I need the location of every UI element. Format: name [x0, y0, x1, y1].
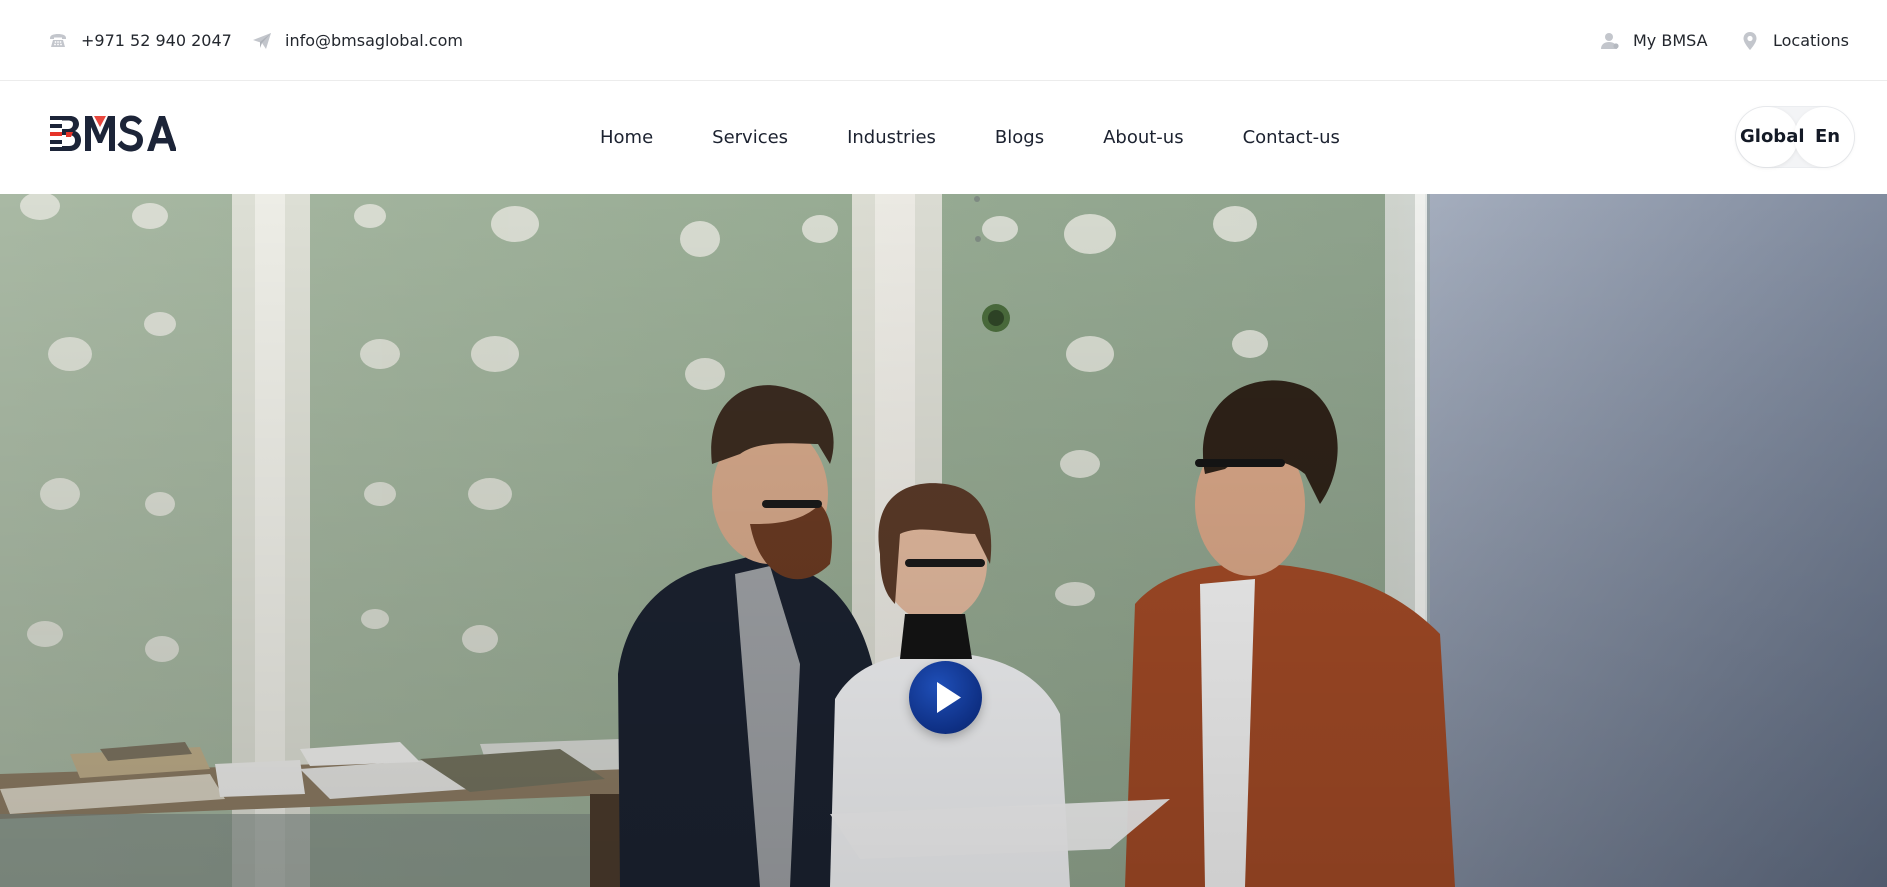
email-address: info@bmsaglobal.com — [285, 31, 463, 50]
primary-menu: Home Services Industries Blogs About-us … — [600, 81, 1340, 194]
paper-plane-icon — [253, 32, 271, 49]
user-icon — [1601, 32, 1619, 49]
language-label[interactable]: En — [1815, 106, 1840, 168]
email-link[interactable]: info@bmsaglobal.com — [252, 0, 463, 81]
top-utility-bar: +971 52 940 2047 info@bmsaglobal.com My … — [0, 0, 1887, 81]
hero-video[interactable] — [0, 194, 1887, 887]
phone-link[interactable]: +971 52 940 2047 — [48, 0, 232, 81]
locations-link[interactable]: Locations — [1740, 0, 1849, 81]
nav-blogs[interactable]: Blogs — [995, 127, 1044, 148]
play-video-button[interactable] — [909, 661, 982, 734]
my-account-label: My BMSA — [1633, 31, 1708, 50]
nav-services[interactable]: Services — [712, 127, 788, 148]
bmsa-logo[interactable] — [50, 113, 176, 153]
hero-background-image — [0, 194, 1887, 887]
nav-home[interactable]: Home — [600, 127, 653, 148]
nav-about-us[interactable]: About-us — [1103, 127, 1184, 148]
language-switcher[interactable]: Global En — [1735, 106, 1855, 168]
my-account-link[interactable]: My BMSA — [1600, 0, 1708, 81]
play-icon — [937, 682, 961, 713]
phone-icon — [50, 33, 66, 47]
nav-industries[interactable]: Industries — [847, 127, 936, 148]
locations-label: Locations — [1773, 31, 1850, 50]
region-label[interactable]: Global — [1740, 106, 1805, 168]
map-pin-icon — [1743, 31, 1757, 50]
main-navbar: Home Services Industries Blogs About-us … — [0, 81, 1887, 194]
nav-contact-us[interactable]: Contact-us — [1243, 127, 1340, 148]
phone-number: +971 52 940 2047 — [81, 31, 232, 50]
